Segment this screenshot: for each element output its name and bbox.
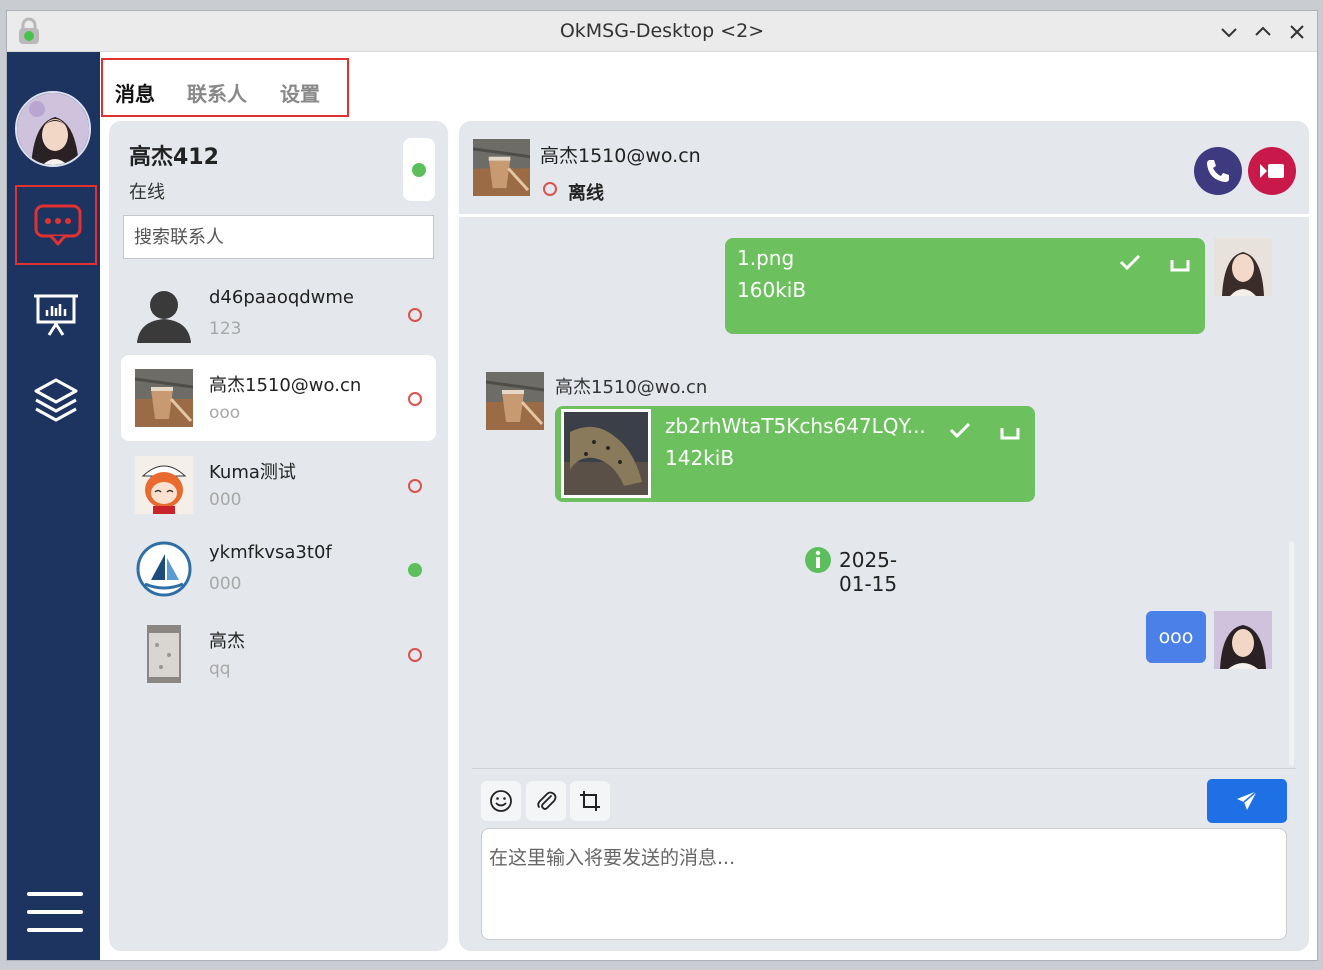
offline-status-dot: [408, 392, 422, 406]
contact-last-message: 000: [209, 574, 242, 594]
tab-contacts[interactable]: 联系人: [187, 78, 247, 107]
info-icon: [805, 547, 831, 573]
profile-name: 高杰412: [129, 145, 219, 170]
profile-status: 在线: [129, 182, 165, 203]
layers-icon: [34, 378, 78, 422]
sidebar-item-layers[interactable]: [15, 360, 97, 440]
contact-last-message: 123: [209, 319, 242, 339]
incoming-file-message[interactable]: zb2rhWtaT5Kchs647LQY... 142kiB: [555, 406, 1035, 502]
file-name: zb2rhWtaT5Kchs647LQY...: [665, 414, 926, 438]
tab-settings[interactable]: 设置: [280, 78, 320, 107]
contact-name: 高杰: [209, 631, 245, 652]
chat-contact-avatar: [473, 139, 530, 196]
outgoing-file-message[interactable]: 1.png 160kiB: [725, 238, 1205, 334]
chat-header: 高杰1510@wo.cn 离线: [459, 121, 1309, 217]
download-icon[interactable]: [999, 422, 1021, 442]
sender-avatar: [486, 372, 544, 430]
contact-item[interactable]: ykmfkvsa3t0f 000: [121, 526, 436, 612]
search-contacts-input[interactable]: [123, 215, 434, 259]
presentation-chart-icon: [34, 294, 78, 336]
title-bar: OkMSG-Desktop <2>: [7, 11, 1317, 52]
voice-call-button[interactable]: [1194, 147, 1242, 195]
contact-name: 高杰1510@wo.cn: [209, 375, 362, 396]
smiley-icon: [490, 790, 512, 812]
sidebar: [7, 52, 100, 960]
contact-item-selected[interactable]: 高杰1510@wo.cn ooo: [121, 355, 436, 441]
hamburger-menu-icon[interactable]: [27, 890, 83, 934]
main-tabs: 消息 联系人 设置: [101, 58, 349, 117]
contact-name: Kuma测试: [209, 462, 296, 483]
input-divider: [472, 768, 1296, 769]
contact-last-message: ooo: [209, 403, 241, 423]
check-icon: [949, 422, 971, 439]
attach-file-button[interactable]: [526, 781, 566, 821]
contact-avatar: [135, 456, 193, 514]
contact-last-message: qq: [209, 659, 231, 679]
file-size: 160kiB: [737, 278, 807, 302]
paperclip-icon: [537, 791, 557, 810]
download-icon[interactable]: [1169, 254, 1191, 274]
send-button[interactable]: [1207, 779, 1287, 823]
paper-plane-icon: [1237, 790, 1258, 810]
online-status-dot: [412, 163, 426, 177]
minimize-icon[interactable]: [1218, 21, 1240, 43]
phone-icon: [1207, 160, 1229, 182]
image-thumbnail[interactable]: [561, 409, 651, 498]
message-input[interactable]: [481, 828, 1287, 940]
chat-contact-status: 离线: [568, 183, 604, 204]
tab-messages[interactable]: 消息: [115, 78, 155, 107]
online-status-dot: [408, 563, 422, 577]
contact-item[interactable]: d46paaoqdwme 123: [121, 271, 436, 357]
contact-item[interactable]: Kuma测试 000: [121, 442, 436, 528]
contact-avatar: [135, 369, 193, 427]
offline-status-dot: [408, 479, 422, 493]
date-text: 2025-01-15: [839, 548, 898, 596]
my-message-avatar: [1214, 611, 1272, 669]
contact-last-message: 000: [209, 490, 242, 510]
my-avatar[interactable]: [15, 91, 91, 167]
contact-name: ykmfkvsa3t0f: [209, 542, 332, 563]
my-message-avatar: [1214, 238, 1272, 296]
contact-avatar: [135, 285, 193, 343]
contact-item[interactable]: 高杰 qq: [121, 611, 436, 697]
file-name: 1.png: [737, 246, 795, 270]
sidebar-item-messages[interactable]: [15, 185, 97, 265]
contact-avatar: [135, 540, 193, 598]
close-icon[interactable]: [1286, 21, 1308, 43]
sender-name: 高杰1510@wo.cn: [555, 377, 708, 398]
offline-status-dot: [408, 648, 422, 662]
emoji-button[interactable]: [481, 781, 521, 821]
chat-contact-name: 高杰1510@wo.cn: [540, 145, 701, 167]
status-toggle[interactable]: [403, 138, 435, 201]
contact-name: d46paaoqdwme: [209, 287, 355, 308]
sidebar-item-presentation[interactable]: [15, 274, 97, 354]
crop-icon: [580, 791, 600, 811]
check-icon: [1119, 254, 1141, 271]
video-camera-icon: [1260, 164, 1284, 178]
maximize-icon[interactable]: [1252, 21, 1274, 43]
chat-panel: 高杰1510@wo.cn 离线 1.png 160kiB 高杰1510@wo.c…: [459, 121, 1309, 951]
app-window: OkMSG-Desktop <2> 消息 联系人 设置 高杰412 在线 搜索联…: [6, 10, 1318, 961]
chat-bubble-icon: [34, 204, 82, 246]
crop-screenshot-button[interactable]: [570, 781, 610, 821]
chat-scrollbar[interactable]: [1289, 541, 1294, 766]
contact-avatar: [135, 625, 193, 683]
outgoing-text-message[interactable]: ooo: [1146, 611, 1206, 663]
video-call-button[interactable]: [1248, 147, 1296, 195]
offline-status-dot: [543, 182, 557, 196]
offline-status-dot: [408, 308, 422, 322]
window-title: OkMSG-Desktop <2>: [559, 20, 765, 42]
file-size: 142kiB: [665, 446, 735, 470]
contacts-panel: 高杰412 在线 d46paaoqdwme 123: [109, 121, 448, 951]
